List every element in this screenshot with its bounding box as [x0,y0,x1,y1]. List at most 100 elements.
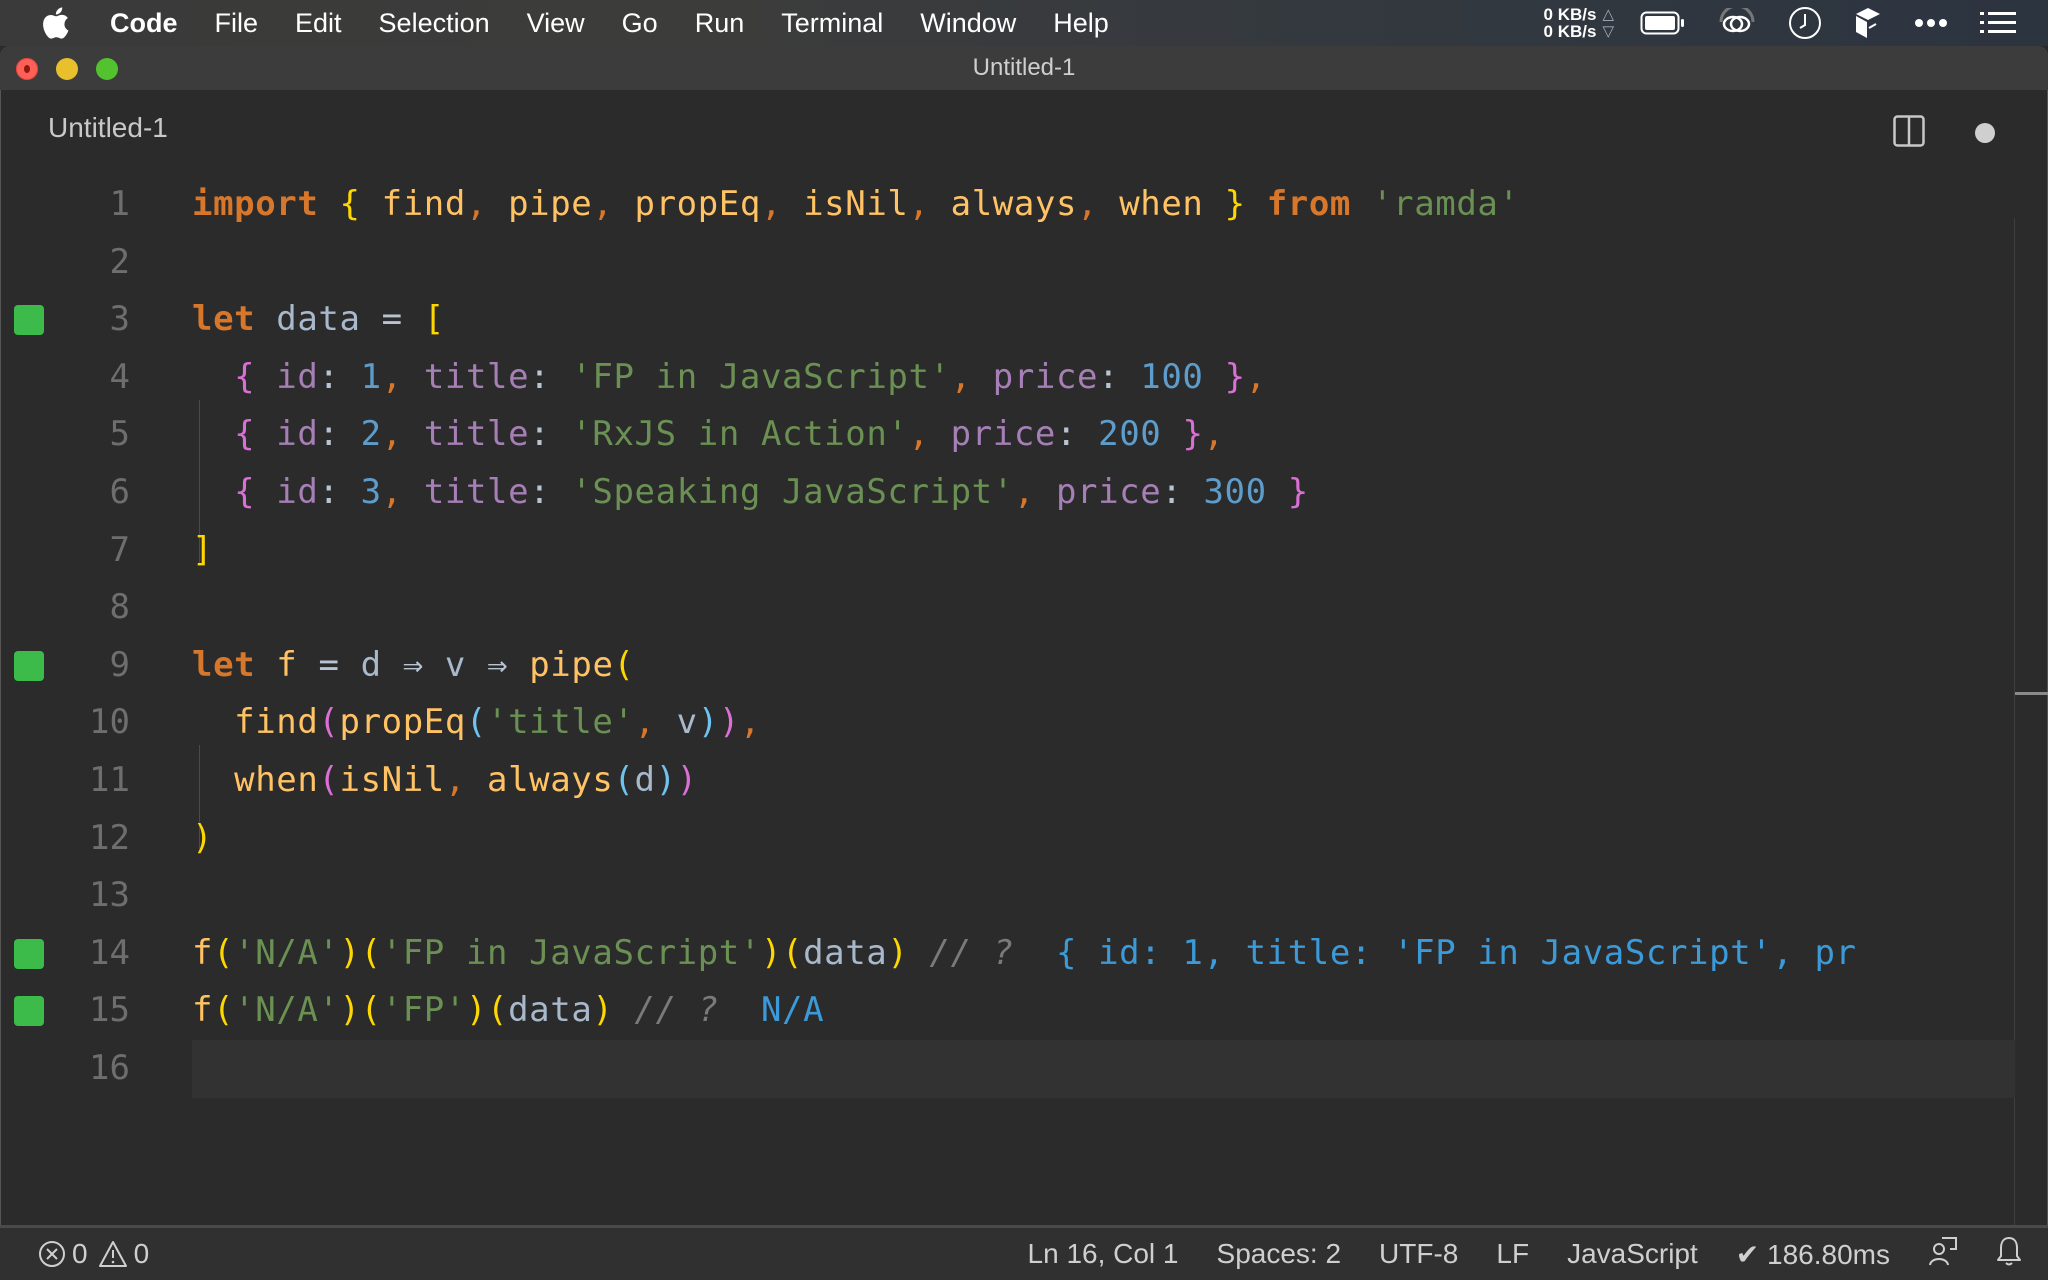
minimize-window-button[interactable] [56,58,78,80]
code-line[interactable]: 2 [0,234,2048,292]
token-string-literal: 'title' [487,702,635,743]
token-bracket: ( [318,702,340,743]
end-of-line[interactable]: LF [1496,1238,1529,1270]
menu-edit[interactable]: Edit [295,8,342,39]
menu-terminal[interactable]: Terminal [781,8,883,39]
code-editor[interactable]: 1 import { find, pipe, propEq, isNil, alw… [0,176,2048,1226]
token-number-literal: 1 [360,356,382,397]
network-arrows-icon: △ ▽ [1602,6,1614,40]
dropbox-icon[interactable] [1854,6,1882,40]
quokka-timing[interactable]: ✔ 186.80ms [1736,1238,1890,1271]
code-line[interactable]: 14 f('N/A')('FP in JavaScript')(data) // … [0,925,2048,983]
battery-icon[interactable] [1640,10,1686,36]
token-whitespace [1182,472,1203,512]
bell-icon[interactable] [1996,1235,2022,1274]
token-colon: : [529,472,551,512]
code-line[interactable]: 3 let data = [ [0,291,2048,349]
token-whitespace [255,472,276,512]
token-identifier: f [192,990,214,1031]
tab-untitled-1[interactable]: Untitled-1 [48,112,168,144]
token-punctuation: , [592,184,614,224]
token-punctuation: , [760,184,783,224]
token-operator: = [318,644,340,685]
code-line[interactable]: 11 when(isNil, always(d)) [0,752,2048,810]
clock-icon[interactable] [1788,6,1822,40]
token-whitespace [255,299,276,339]
token-whitespace [1203,184,1224,224]
token-identifier: always [950,184,1078,224]
token-punctuation: , [381,472,403,512]
feedback-icon[interactable] [1928,1235,1958,1274]
token-property-key: price [992,356,1099,397]
code-line[interactable]: 1 import { find, pipe, propEq, isNil, alw… [0,176,2048,234]
line-code: { id: 1, title: 'FP in JavaScript', pric… [192,349,1267,407]
token-operator: ⇒ [402,644,424,685]
vscode-window: Untitled-1 Untitled-1 1 import { find, pi… [0,46,2048,1280]
code-line[interactable]: 15 f('N/A')('FP')(data) // ? N/A [0,982,2048,1040]
token-whitespace [1035,472,1056,512]
split-editor-icon[interactable] [1893,115,1925,147]
menu-help[interactable]: Help [1053,8,1109,39]
menu-run[interactable]: Run [695,8,745,39]
token-identifier: f [276,644,298,685]
network-rates[interactable]: 0 KB/s 0 KB/s [1544,6,1597,40]
token-whitespace [318,184,339,224]
token-string-literal: 'FP in JavaScript' [381,932,761,973]
unsaved-changes-dot[interactable] [1975,123,1995,143]
current-line-highlight [192,1040,2015,1098]
line-number: 1 [109,184,130,224]
menu-go[interactable]: Go [622,8,658,39]
token-whitespace [930,184,951,224]
menu-file[interactable]: File [215,8,259,39]
code-line[interactable]: 16 [0,1040,2048,1098]
maximize-window-button[interactable] [96,58,118,80]
token-comment: // ? [634,990,719,1031]
code-line[interactable]: 8 [0,579,2048,637]
more-icon[interactable] [1914,18,1948,28]
token-variable: d [360,644,382,685]
token-keyword: let [192,644,256,685]
creative-cloud-icon[interactable] [1718,8,1756,38]
problems-indicator[interactable]: 0 0 [38,1238,159,1270]
code-line[interactable]: 10 find(propEq('title', v)), [0,694,2048,752]
line-code: { id: 3, title: 'Speaking JavaScript', p… [192,464,1309,522]
control-center-list-icon[interactable] [1980,11,2016,35]
line-number: 2 [109,241,130,282]
menu-code[interactable]: Code [110,8,178,39]
cursor-position[interactable]: Ln 16, Col 1 [1028,1238,1179,1270]
menu-window[interactable]: Window [920,8,1016,39]
token-string-literal: 'RxJS in Action' [571,414,909,455]
token-whitespace [508,645,529,685]
token-keyword: from [1266,184,1351,224]
line-number: 8 [109,587,130,628]
token-punctuation: , [444,760,466,800]
coverage-marker-icon [14,305,44,336]
token-whitespace [550,472,571,512]
token-whitespace [192,702,234,742]
indentation[interactable]: Spaces: 2 [1217,1238,1342,1270]
line-number: 6 [109,472,130,512]
token-whitespace [972,357,993,397]
menu-view[interactable]: View [527,8,585,39]
file-encoding[interactable]: UTF-8 [1379,1238,1458,1270]
code-line[interactable]: 5 { id: 2, title: 'RxJS in Action', pric… [0,406,2048,464]
code-line[interactable]: 13 [0,867,2048,925]
code-line[interactable]: 9 let f = d ⇒ v ⇒ pipe( [0,637,2048,695]
line-number: 3 [109,299,130,340]
apple-icon[interactable] [40,5,74,41]
token-string-literal: 'Speaking JavaScript' [571,472,1014,512]
token-whitespace [255,414,276,454]
close-window-button[interactable] [16,58,38,80]
line-number: 12 [89,817,130,858]
code-line[interactable]: 6 { id: 3, title: 'Speaking JavaScript',… [0,464,2048,522]
token-bracket: } [1182,414,1204,455]
token-whitespace [403,472,424,512]
menu-selection[interactable]: Selection [379,8,490,39]
code-line[interactable]: 4 { id: 1, title: 'FP in JavaScript', pr… [0,349,2048,407]
window-title: Untitled-1 [972,54,1076,81]
token-bracket: ( [213,932,235,973]
code-line[interactable]: 12) [0,810,2048,868]
language-mode[interactable]: JavaScript [1567,1238,1698,1270]
line-code: ) [192,810,213,868]
code-line[interactable]: 7] [0,522,2048,580]
